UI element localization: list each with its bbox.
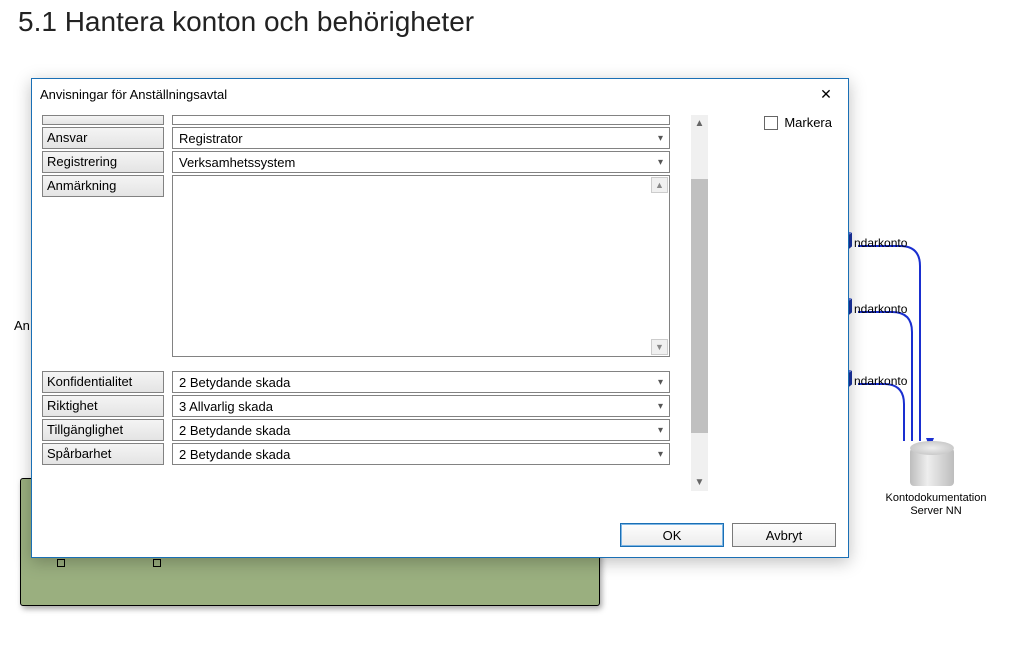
label-tillganglighet: Tillgänglighet	[42, 419, 164, 441]
label-ansvar: Ansvar	[42, 127, 164, 149]
dialog-scrollbar[interactable]: ▲ ▼	[691, 115, 708, 491]
database-icon	[910, 448, 954, 486]
select-value: 2 Betydande skada	[179, 375, 290, 390]
chevron-down-icon: ▾	[658, 157, 663, 168]
scroll-thumb[interactable]	[691, 179, 708, 433]
select-konfidentialitet[interactable]: 2 Betydande skada ▾	[172, 371, 670, 393]
select-value: Registrator	[179, 131, 243, 146]
chevron-down-icon: ▾	[658, 449, 663, 460]
scroll-up-icon[interactable]: ▲	[691, 115, 708, 132]
chevron-down-icon: ▾	[658, 377, 663, 388]
dialog-title: Anvisningar för Anställningsavtal	[40, 87, 227, 102]
label-konfidentialitet: Konfidentialitet	[42, 371, 164, 393]
scroll-up-icon[interactable]: ▲	[651, 177, 668, 193]
chevron-down-icon: ▾	[658, 401, 663, 412]
scroll-down-icon[interactable]: ▼	[651, 339, 668, 355]
page-title: 5.1 Hantera konton och behörigheter	[0, 0, 1024, 38]
scroll-down-icon[interactable]: ▼	[691, 474, 708, 491]
close-button[interactable]: ✕	[804, 79, 848, 109]
markera-label: Markera	[784, 115, 832, 130]
blank-field	[172, 115, 670, 125]
checkbox-markera[interactable]	[764, 116, 778, 130]
select-riktighet[interactable]: 3 Allvarlig skada ▾	[172, 395, 670, 417]
label-sparbarhet: Spårbarhet	[42, 443, 164, 465]
blank-label	[42, 115, 164, 125]
select-tillganglighet[interactable]: 2 Betydande skada ▾	[172, 419, 670, 441]
select-value: 3 Allvarlig skada	[179, 399, 273, 414]
select-ansvar[interactable]: Registrator ▾	[172, 127, 670, 149]
select-value: 2 Betydande skada	[179, 423, 290, 438]
chevron-down-icon: ▾	[658, 133, 663, 144]
dialog-titlebar[interactable]: Anvisningar för Anställningsavtal ✕	[32, 79, 848, 109]
select-value: Verksamhetssystem	[179, 155, 295, 170]
close-icon: ✕	[820, 86, 832, 103]
dialog-anvisningar: Anvisningar för Anställningsavtal ✕ Ansv…	[31, 78, 849, 558]
label-anmarkning: Anmärkning	[42, 175, 164, 197]
form-column: Ansvar Registrator ▾ Registrering Verksa…	[42, 115, 670, 467]
ok-button[interactable]: OK	[620, 523, 724, 547]
dialog-footer: OK Avbryt	[620, 523, 836, 547]
bg-label-an: An	[14, 318, 30, 333]
database-label: Kontodokumentation Server NN	[876, 492, 996, 518]
node-label: ndarkonto	[854, 236, 907, 250]
label-riktighet: Riktighet	[42, 395, 164, 417]
select-registrering[interactable]: Verksamhetssystem ▾	[172, 151, 670, 173]
textarea-anmarkning[interactable]: ▲ ▼	[172, 175, 670, 357]
node-label: ndarkonto	[854, 302, 907, 316]
chevron-down-icon: ▾	[658, 425, 663, 436]
cancel-button[interactable]: Avbryt	[732, 523, 836, 547]
select-sparbarhet[interactable]: 2 Betydande skada ▾	[172, 443, 670, 465]
diagram-accounts: ndarkonto ndarkonto ndarkonto Kontodokum…	[830, 216, 1020, 536]
label-registrering: Registrering	[42, 151, 164, 173]
select-value: 2 Betydande skada	[179, 447, 290, 462]
node-label: ndarkonto	[854, 374, 907, 388]
markera-row: Markera	[764, 115, 832, 130]
